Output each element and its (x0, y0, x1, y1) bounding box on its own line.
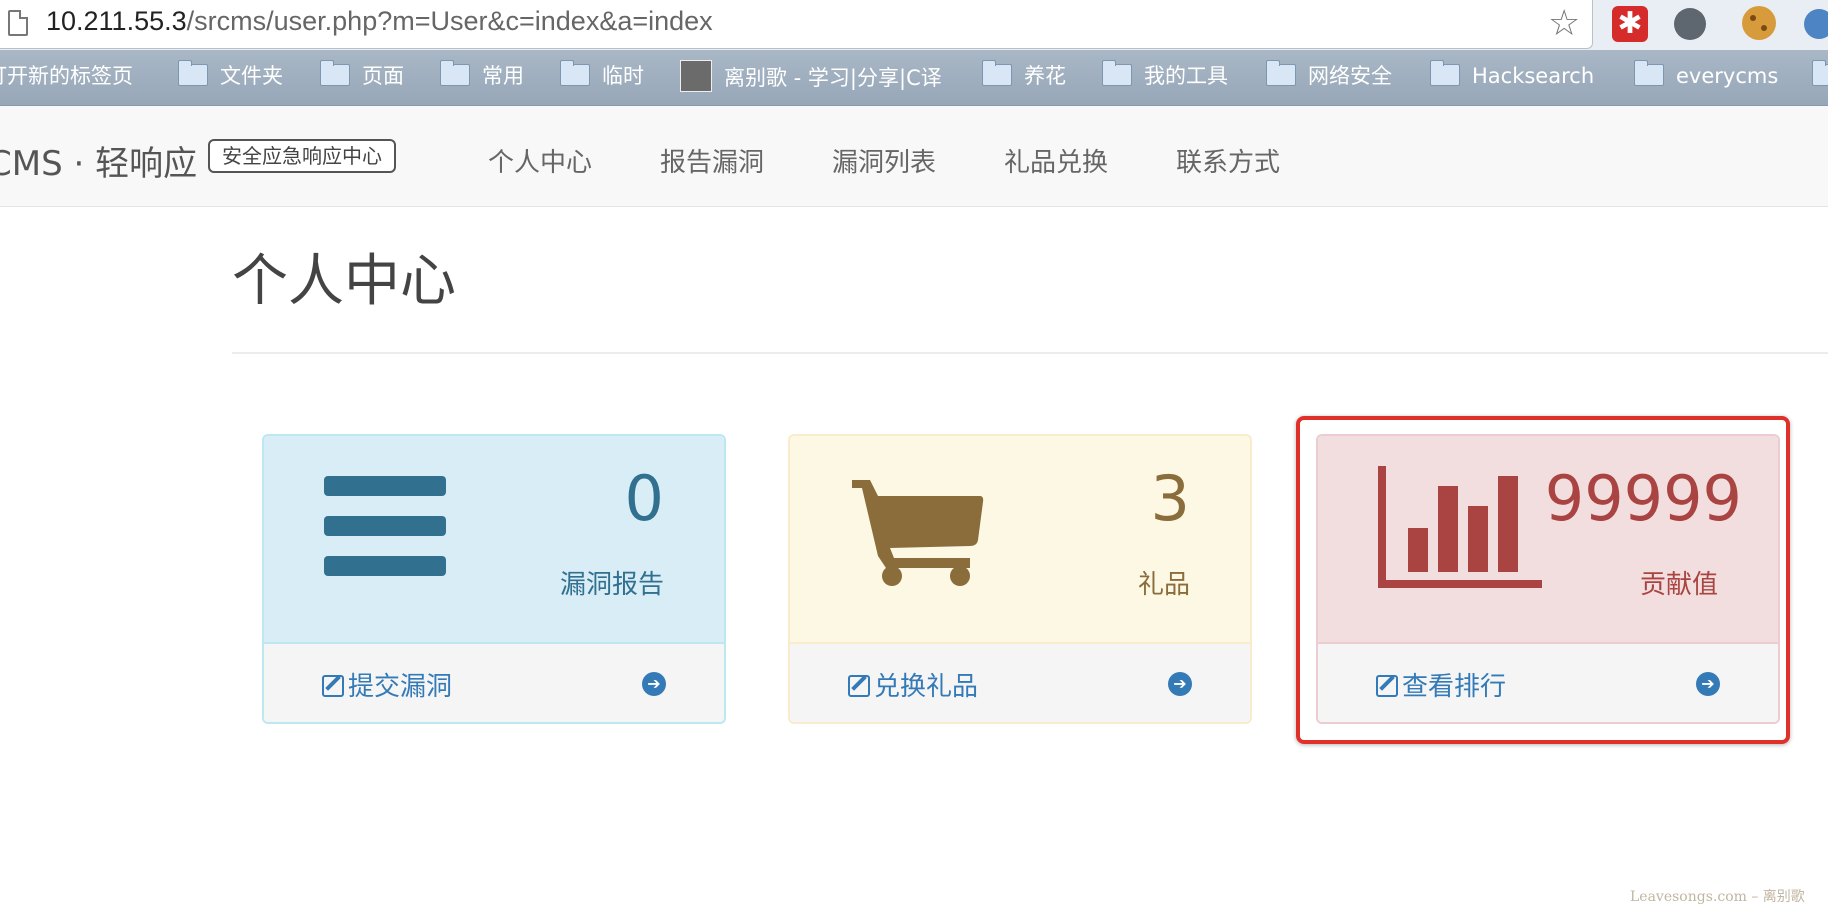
nav-item-user-center[interactable]: 个人中心 (488, 142, 592, 179)
nav-item-gift-exchange[interactable]: 礼品兑换 (1004, 142, 1108, 179)
hand-icon[interactable] (1674, 8, 1706, 40)
gift-panel: 3 礼品 兑换礼品 ➔ (788, 434, 1252, 724)
bookmark-label: Hacksearch (1472, 64, 1595, 88)
folder-icon (1430, 60, 1460, 86)
bookmark-label: 养花 (1024, 64, 1066, 88)
page-title: 个人中心 (232, 249, 456, 314)
submit-bug-label: 提交漏洞 (348, 672, 453, 702)
bookmark-label: 文件夹 (220, 64, 283, 88)
bookmark-item[interactable]: 离别歌 - 学习|分享|C译 (680, 60, 952, 92)
url-host: 10.211.55.3 (46, 6, 187, 36)
bookmark-item[interactable]: 养花 (982, 60, 1066, 92)
exchange-gift-label: 兑换礼品 (874, 672, 979, 702)
bookmark-item[interactable]: 网络安全 (1266, 60, 1392, 92)
bookmark-item[interactable]: Hacksearch (1430, 60, 1594, 92)
address-bar[interactable]: 10.211.55.3/srcms/user.php?m=User&c=inde… (0, 0, 1593, 49)
panel-footer[interactable]: 提交漏洞 ➔ (264, 642, 724, 722)
folder-icon (560, 60, 590, 86)
bookmarks-bar: 打开新的标签页 文件夹 页面 常用 临时 离别歌 - 学习|分享|C译 养花 我… (0, 50, 1828, 106)
folder-icon (320, 60, 350, 86)
bookmark-item[interactable]: 临时 (560, 60, 644, 92)
bookmark-item[interactable]: 常用 (440, 60, 524, 92)
bookmark-item[interactable]: 我的工具 (1102, 60, 1228, 92)
arrow-circle-right-icon[interactable]: ➔ (1168, 672, 1192, 696)
nav-item-report-bug[interactable]: 报告漏洞 (660, 142, 764, 179)
exchange-gift-link[interactable]: 兑换礼品 (848, 666, 978, 703)
brand-tag: 安全应急响应中心 (208, 139, 396, 173)
bug-report-panel: 0 漏洞报告 提交漏洞 ➔ (262, 434, 726, 724)
bug-report-count: 0 (624, 462, 664, 535)
folder-icon (1812, 60, 1828, 86)
red-asterisk-icon[interactable]: ✱ (1612, 6, 1648, 42)
bookmark-label: 网络安全 (1308, 64, 1392, 88)
site-brand[interactable]: CMS · 轻响应 (0, 136, 197, 185)
bookmark-item[interactable]: 文件夹 (178, 60, 283, 92)
shopping-cart-icon (852, 480, 984, 586)
bookmark-label: 常用 (482, 64, 524, 88)
site-navbar: CMS · 轻响应 安全应急响应中心 个人中心 报告漏洞 漏洞列表 礼品兑换 联… (0, 106, 1828, 207)
bookmark-label: 页面 (362, 64, 404, 88)
bookmark-label: 临时 (602, 64, 644, 88)
bookmark-label: 我的工具 (1144, 64, 1228, 88)
nav-item-bug-list[interactable]: 漏洞列表 (832, 142, 936, 179)
panel-footer[interactable]: 兑换礼品 ➔ (790, 642, 1250, 722)
folder-icon (1102, 60, 1132, 86)
submit-bug-link[interactable]: 提交漏洞 (322, 666, 452, 703)
highlight-box (1296, 416, 1790, 744)
nav-item-contact[interactable]: 联系方式 (1176, 142, 1280, 179)
folder-icon (982, 60, 1012, 86)
bookmark-star-icon[interactable]: ☆ (1548, 2, 1580, 46)
bookmark-label: 打开新的标签页 (0, 64, 133, 88)
watermark: Leavesongs.com – 离别歌 (1630, 889, 1805, 905)
folder-icon (178, 60, 208, 86)
bookmark-item[interactable]: 打开新的标签页 (0, 60, 133, 92)
page-icon (8, 10, 28, 36)
folder-icon (440, 60, 470, 86)
list-icon (324, 476, 446, 576)
blue-gear-icon[interactable] (1804, 9, 1828, 39)
url-text[interactable]: 10.211.55.3/srcms/user.php?m=User&c=inde… (46, 6, 713, 37)
bookmark-item[interactable] (1812, 60, 1828, 92)
url-path: /srcms/user.php?m=User&c=index&a=index (186, 6, 713, 36)
bookmark-label: 离别歌 - 学习|分享|C译 (724, 66, 942, 90)
bookmark-label: everycms (1676, 64, 1779, 88)
gift-label: 礼品 (1137, 570, 1190, 600)
title-divider (232, 352, 1828, 354)
panel-heading: 3 礼品 (790, 436, 1250, 642)
panel-heading: 0 漏洞报告 (264, 436, 724, 642)
folder-icon (1266, 60, 1296, 86)
folder-icon (1634, 60, 1664, 86)
bookmark-item[interactable]: everycms (1634, 60, 1778, 92)
bug-report-label: 漏洞报告 (559, 570, 664, 600)
site-favicon (680, 60, 712, 92)
edit-icon (848, 675, 870, 697)
arrow-circle-right-icon[interactable]: ➔ (642, 672, 666, 696)
cookie-icon[interactable] (1742, 6, 1776, 40)
bookmark-item[interactable]: 页面 (320, 60, 404, 92)
browser-toolbar: 10.211.55.3/srcms/user.php?m=User&c=inde… (0, 0, 1828, 50)
gift-count: 3 (1150, 462, 1190, 535)
edit-icon (322, 675, 344, 697)
